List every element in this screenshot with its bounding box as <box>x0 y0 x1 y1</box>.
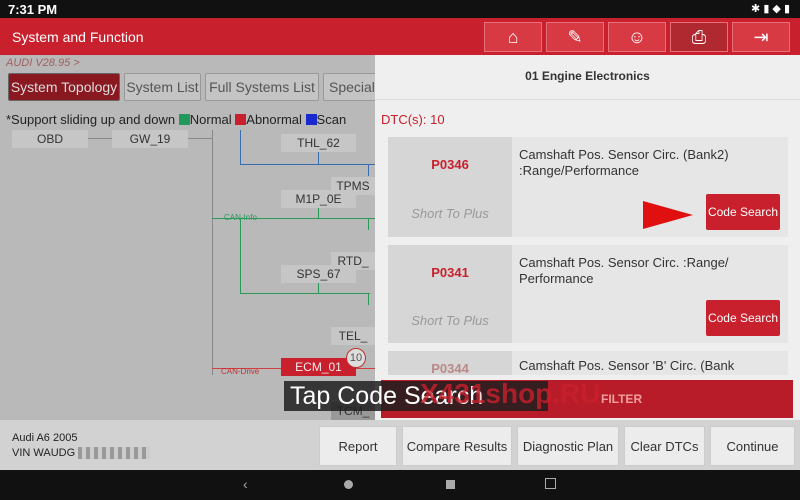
dtc-code: P0346 <box>431 157 469 172</box>
breadcrumb[interactable]: AUDI V28.95 > <box>6 57 80 69</box>
watermark-logo: X431shop.RU <box>420 378 601 409</box>
clock: 7:31 PM <box>8 2 58 17</box>
screenshot-icon[interactable] <box>545 478 556 489</box>
node-thl-62[interactable]: THL_62 <box>281 134 356 152</box>
home-button[interactable]: ⌂ <box>484 22 542 52</box>
clear-dtcs-button[interactable]: Clear DTCs <box>624 426 705 466</box>
print-icon: ⎙ <box>691 26 707 47</box>
dtc-item[interactable]: P0341 Short To Plus Camshaft Pos. Sensor… <box>388 245 788 343</box>
dtc-description: Camshaft Pos. Sensor 'B' Circ. (Bank <box>519 358 735 373</box>
continue-button[interactable]: Continue <box>710 426 795 466</box>
legend-normal-swatch <box>178 114 190 125</box>
node-m1p-0e[interactable]: M1P_0E <box>281 190 356 208</box>
dtc-item[interactable]: P0344 Camshaft Pos. Sensor 'B' Circ. (Ba… <box>388 351 788 375</box>
dtc-status: Short To Plus <box>411 206 489 221</box>
report-action-button[interactable]: Report <box>319 426 397 466</box>
compare-results-button[interactable]: Compare Results <box>402 426 512 466</box>
back-icon[interactable]: ‹ <box>243 476 248 492</box>
home-nav-icon[interactable] <box>344 480 353 489</box>
legend: *Support sliding up and down Normal Abno… <box>6 112 346 127</box>
tab-system-topology[interactable]: System Topology <box>8 73 120 101</box>
dtc-status: Short To Plus <box>411 313 489 328</box>
dtc-description: Camshaft Pos. Sensor Circ. (Bank2) :Rang… <box>519 147 729 178</box>
vin-blur <box>78 447 150 459</box>
dtc-code: P0344 <box>431 361 469 375</box>
bus-can-drive: CAN-Drive <box>221 367 260 376</box>
print-button[interactable]: ⎙ <box>670 22 728 52</box>
dtc-description: Camshaft Pos. Sensor Circ. :Range/ Perfo… <box>519 255 729 286</box>
home-icon: ⌂ <box>507 26 519 47</box>
node-tel[interactable]: TEL_ <box>331 327 375 345</box>
dtc-count-badge: 10 <box>346 348 366 368</box>
exit-icon: ⇥ <box>753 26 769 47</box>
node-obd[interactable]: OBD <box>12 130 88 148</box>
header-title: System and Function <box>12 29 144 45</box>
node-sps-67[interactable]: SPS_67 <box>281 265 356 283</box>
edit-report-icon: ✎ <box>567 26 583 47</box>
tab-special[interactable]: Special <box>323 73 383 101</box>
nav-bar: ‹ <box>0 470 800 500</box>
support-button[interactable]: ☺ <box>608 22 666 52</box>
code-search-button[interactable]: Code Search <box>706 194 780 230</box>
panel-title: 01 Engine Electronics <box>525 69 650 83</box>
arrow-pointer-icon <box>643 201 693 229</box>
dtc-panel: 01 Engine Electronics DTC(s): 10 P0346 S… <box>375 55 800 420</box>
legend-normal: Normal <box>189 112 232 127</box>
legend-abnormal-swatch <box>235 114 247 125</box>
recents-icon[interactable] <box>446 480 455 489</box>
dtc-item[interactable]: P0346 Short To Plus Camshaft Pos. Sensor… <box>388 137 788 237</box>
app-header: System and Function ⌂ ✎ ☺ ⎙ ⇥ <box>0 18 800 55</box>
tab-full-systems-list[interactable]: Full Systems List <box>205 73 319 101</box>
dtc-count: DTC(s): 10 <box>381 112 445 127</box>
legend-abnormal: Abnormal <box>246 112 302 127</box>
legend-note: *Support sliding up and down <box>6 112 176 127</box>
action-bar: Audi A6 2005 VIN WAUDG Report Compare Re… <box>0 420 800 470</box>
report-button[interactable]: ✎ <box>546 22 604 52</box>
legend-scan: Scan <box>316 112 347 127</box>
exit-button[interactable]: ⇥ <box>732 22 790 52</box>
vehicle-model: Audi A6 2005 <box>12 432 78 444</box>
support-icon: ☺ <box>627 26 647 47</box>
diagnostic-plan-button[interactable]: Diagnostic Plan <box>517 426 619 466</box>
topology-pane: AUDI V28.95 > System Topology System Lis… <box>0 55 383 420</box>
node-gw-19[interactable]: GW_19 <box>112 130 188 148</box>
vehicle-vin: VIN WAUDG <box>12 447 76 459</box>
status-bar: 7:31 PM ✱ ▮ ◆ ▮ <box>0 0 800 18</box>
dtc-code: P0341 <box>431 265 469 280</box>
tab-system-list[interactable]: System List <box>124 73 201 101</box>
status-icons: ✱ ▮ ◆ ▮ <box>751 3 790 15</box>
node-ecm-01[interactable]: ECM_01 <box>281 358 356 376</box>
legend-scan-swatch <box>305 114 317 125</box>
code-search-button[interactable]: Code Search <box>706 300 780 336</box>
bus-can-info: CAN-Info <box>224 213 257 222</box>
